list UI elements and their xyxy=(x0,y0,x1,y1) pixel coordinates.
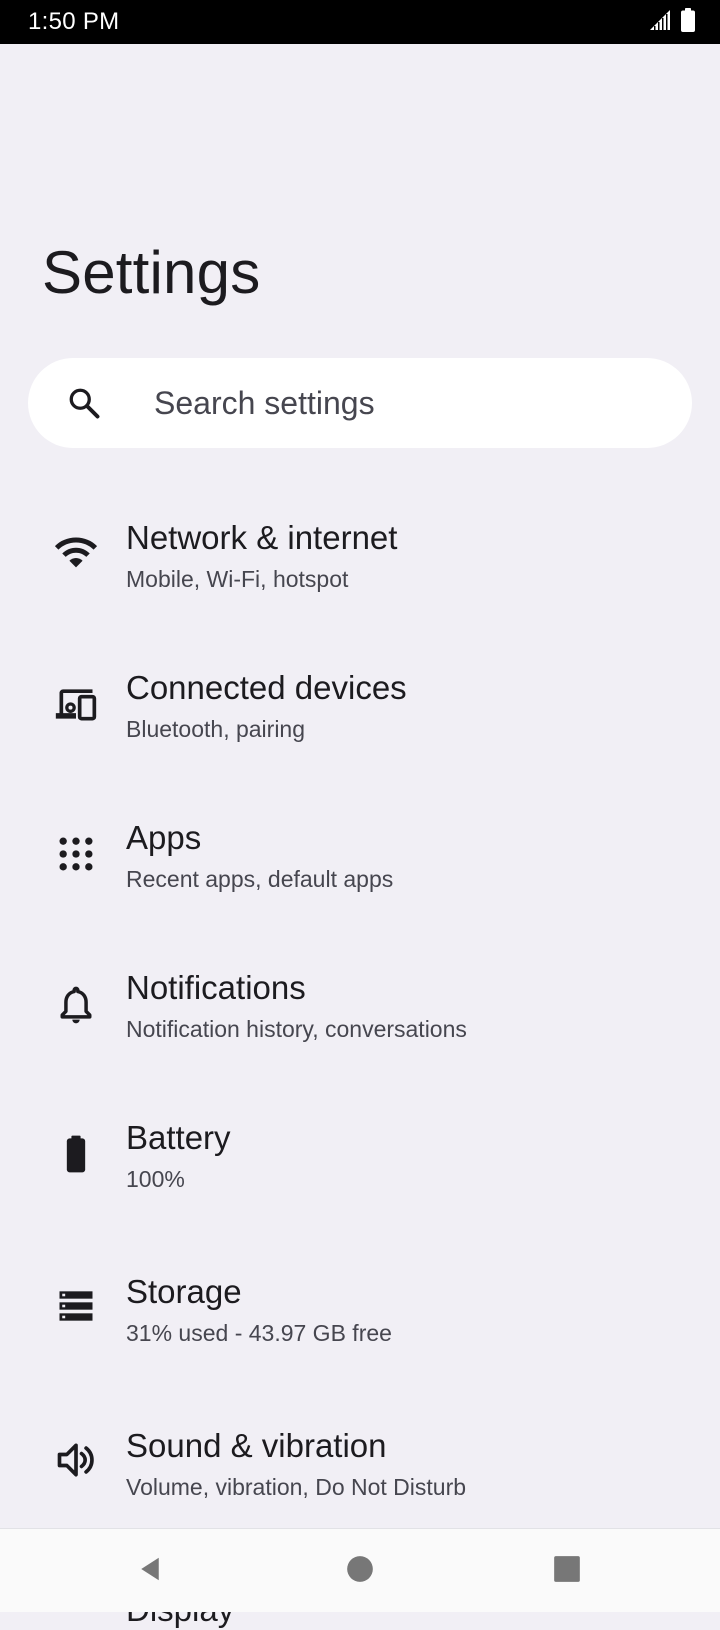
wifi-icon xyxy=(54,532,98,576)
devices-icon xyxy=(54,682,98,726)
item-summary: Mobile, Wi-Fi, hotspot xyxy=(126,566,349,592)
item-title: Notifications xyxy=(126,969,306,1006)
back-icon xyxy=(135,1554,165,1589)
recents-button[interactable] xyxy=(545,1549,589,1593)
battery-icon xyxy=(680,8,696,37)
storage-icon xyxy=(54,1284,98,1328)
status-time: 1:50 PM xyxy=(28,8,120,35)
back-button[interactable] xyxy=(128,1549,172,1593)
settings-item-notifications[interactable]: Notifications Notification history, conv… xyxy=(0,930,720,1080)
recents-icon xyxy=(553,1555,581,1588)
search-input[interactable] xyxy=(126,358,666,448)
settings-item-apps[interactable]: Apps Recent apps, default apps xyxy=(0,780,720,930)
settings-item-storage[interactable]: Storage 31% used - 43.97 GB free xyxy=(0,1234,720,1384)
bell-icon xyxy=(54,982,98,1026)
status-icons xyxy=(648,8,696,37)
item-title: Network & internet xyxy=(126,519,398,556)
search-icon xyxy=(66,385,102,421)
item-title: Sound & vibration xyxy=(126,1427,387,1464)
signal-icon xyxy=(648,8,672,37)
item-summary: 100% xyxy=(126,1166,185,1192)
status-bar: 1:50 PM xyxy=(0,0,720,44)
battery-icon xyxy=(54,1132,98,1176)
navigation-bar xyxy=(0,1528,720,1612)
item-summary: Notification history, conversations xyxy=(126,1016,467,1042)
settings-item-connected-devices[interactable]: Connected devices Bluetooth, pairing xyxy=(0,630,720,780)
item-title: Apps xyxy=(126,819,202,856)
item-summary: Volume, vibration, Do Not Disturb xyxy=(126,1474,467,1500)
page-title: Settings xyxy=(42,239,261,306)
settings-item-battery[interactable]: Battery 100% xyxy=(0,1080,720,1230)
item-summary: Recent apps, default apps xyxy=(126,866,394,892)
search-bar[interactable] xyxy=(28,358,692,448)
item-title: Storage xyxy=(126,1273,242,1310)
speaker-icon xyxy=(54,1438,98,1482)
settings-item-sound[interactable]: Sound & vibration Volume, vibration, Do … xyxy=(0,1388,720,1538)
home-button[interactable] xyxy=(338,1549,382,1593)
item-summary: Bluetooth, pairing xyxy=(126,716,306,742)
apps-grid-icon xyxy=(54,832,98,876)
item-title: Battery xyxy=(126,1119,231,1156)
settings-item-network[interactable]: Network & internet Mobile, Wi-Fi, hotspo… xyxy=(0,480,720,630)
item-summary: 31% used - 43.97 GB free xyxy=(126,1320,392,1346)
item-title: Connected devices xyxy=(126,669,407,706)
home-icon xyxy=(346,1555,374,1588)
